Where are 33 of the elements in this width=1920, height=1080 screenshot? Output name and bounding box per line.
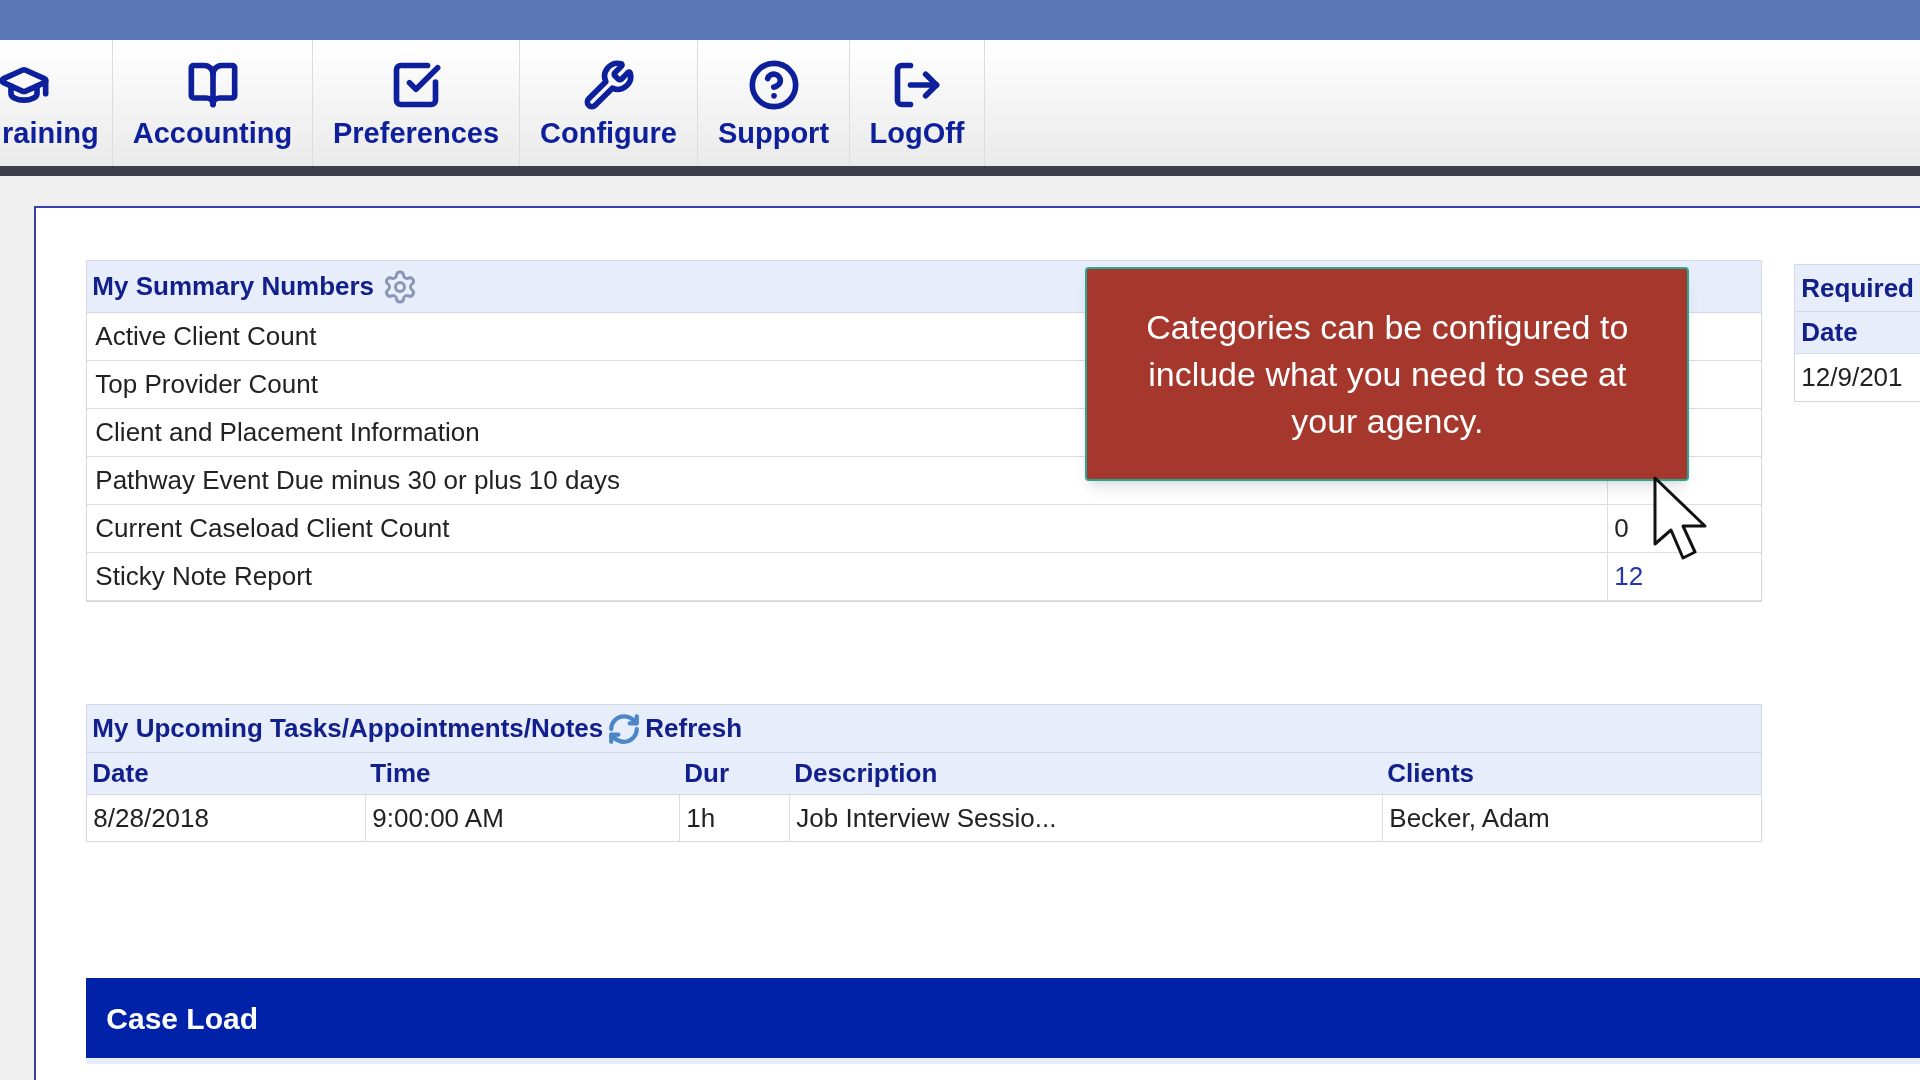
summary-title: My Summary Numbers xyxy=(92,270,375,303)
help-icon xyxy=(747,58,800,111)
row-label: Client and Placement Information xyxy=(95,416,480,449)
table-cell: Becker, Adam xyxy=(1382,795,1762,841)
caseload-title: Case Load xyxy=(106,1000,259,1037)
nav-item[interactable]: raining xyxy=(0,40,113,166)
tooltip: Categories can be configured to include what you need to see at your agency. xyxy=(1085,267,1690,481)
table-cell: 1h xyxy=(679,795,790,841)
column-header: Dur xyxy=(683,757,731,790)
nav-item[interactable]: Support xyxy=(698,40,850,166)
refresh-link[interactable]: Refresh xyxy=(645,709,743,748)
column-header: Date xyxy=(91,757,150,790)
nav-item[interactable]: Configure xyxy=(520,40,698,166)
column-header: Date xyxy=(1801,316,1858,349)
column-header: Time xyxy=(369,757,432,790)
row-label: Pathway Event Due minus 30 or plus 10 days xyxy=(95,464,620,497)
row-label: Top Provider Count xyxy=(95,368,318,401)
row-label: Sticky Note Report xyxy=(95,560,313,593)
required-title: Required xyxy=(1795,265,1920,311)
column-header: Description xyxy=(793,757,939,790)
column-header: Clients xyxy=(1386,757,1475,790)
nav-item[interactable]: Accounting xyxy=(113,40,313,166)
table-cell: Job Interview Sessio... xyxy=(789,795,1383,841)
table-cell-text: 12/9/201 xyxy=(1801,361,1903,394)
refresh-icon xyxy=(607,711,642,746)
row-label: Active Client Count xyxy=(95,320,317,353)
row-label: Current Caseload Client Count xyxy=(95,512,450,545)
wrench-icon xyxy=(582,58,635,111)
table-cell-text: 8/28/2018 xyxy=(92,801,210,835)
nav-item[interactable]: LogOff xyxy=(850,40,985,166)
tasks-title: My Upcoming Tasks/Appointments/Notes xyxy=(92,712,604,745)
nav-item[interactable]: Preferences xyxy=(313,40,520,166)
table-cell: 9:00:00 AM xyxy=(365,795,680,841)
